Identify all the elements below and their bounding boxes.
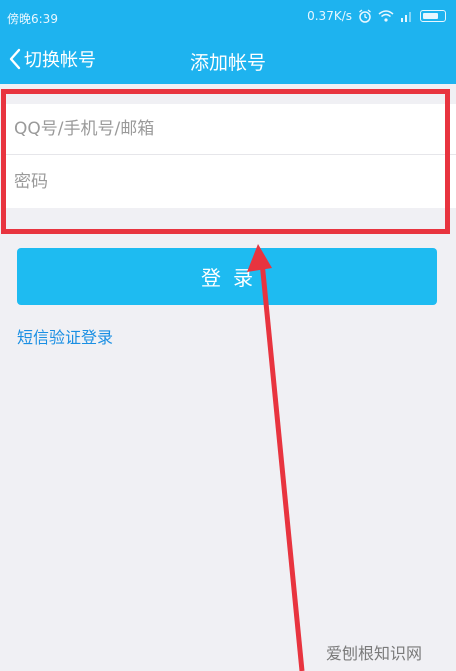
watermark: 爱刨根知识网: [326, 644, 423, 663]
annotation-arrow: [247, 244, 305, 671]
